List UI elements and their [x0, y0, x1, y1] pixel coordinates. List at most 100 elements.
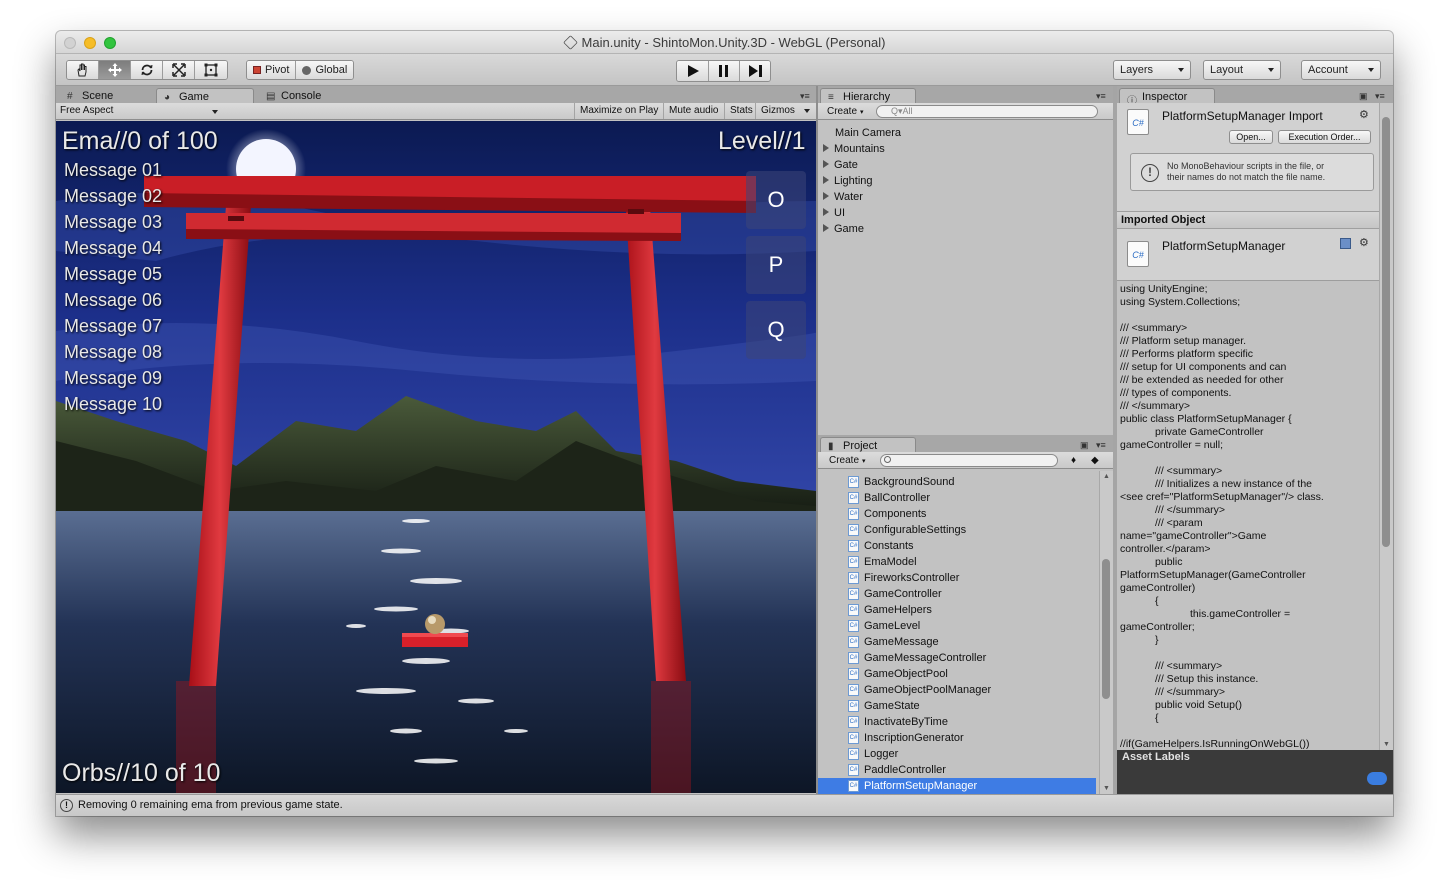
project-item[interactable]: C# GameController	[818, 586, 1096, 602]
project-item[interactable]: C# GameState	[818, 698, 1096, 714]
panel-menu-icon[interactable]: ▾≡	[1096, 440, 1106, 451]
filter-by-label-button[interactable]: ◆	[1086, 453, 1104, 468]
mute-audio-toggle[interactable]: Mute audio	[663, 103, 723, 119]
project-item[interactable]: C# BallController	[818, 490, 1096, 506]
csharp-script-icon: C#	[848, 732, 859, 744]
gear-icon[interactable]: ⚙	[1359, 236, 1369, 249]
expand-arrow-icon[interactable]	[823, 176, 829, 184]
play-button[interactable]	[677, 61, 708, 81]
project-item[interactable]: C# GameHelpers	[818, 602, 1096, 618]
hierarchy-item-label: Gate	[834, 159, 858, 171]
gear-icon[interactable]: ⚙	[1359, 108, 1369, 121]
hierarchy-item-water[interactable]: Water	[823, 189, 863, 205]
scroll-down-icon[interactable]: ▼	[1383, 741, 1390, 748]
orbs-counter: Orbs//10 of 10	[62, 759, 221, 787]
project-scrollbar[interactable]: ▲ ▼	[1099, 471, 1113, 794]
rect-tool-button[interactable]	[195, 61, 227, 79]
scroll-up-icon[interactable]: ▲	[1103, 473, 1110, 480]
game-viewport[interactable]: Ema//0 of 100 Level//1 Orbs//10 of 10 Me…	[56, 121, 816, 793]
panel-menu-icon[interactable]: ▾≡	[1375, 91, 1385, 102]
project-item[interactable]: C# GameObjectPool	[818, 666, 1096, 682]
layout-dropdown[interactable]: Layout	[1203, 60, 1281, 80]
project-item[interactable]: C# Constants	[818, 538, 1096, 554]
expand-arrow-icon[interactable]	[823, 192, 829, 200]
scroll-thumb[interactable]	[1382, 117, 1390, 547]
project-item-label: BackgroundSound	[864, 476, 955, 488]
hierarchy-item-mountains[interactable]: Mountains	[823, 141, 885, 157]
expand-arrow-icon[interactable]	[823, 144, 829, 152]
project-item-label: GameHelpers	[864, 604, 932, 616]
message-item: Message 03	[64, 212, 163, 232]
project-item[interactable]: C# BackgroundSound	[818, 474, 1096, 490]
project-item[interactable]: C# ConfigurableSettings	[818, 522, 1096, 538]
project-item[interactable]: C# Logger	[818, 746, 1096, 762]
scale-tool-button[interactable]	[163, 61, 195, 79]
project-item[interactable]: C# GameMessageController	[818, 650, 1096, 666]
open-button[interactable]: Open...	[1229, 130, 1273, 144]
project-item-label: GameObjectPool	[864, 668, 948, 680]
hierarchy-item-lighting[interactable]: Lighting	[823, 173, 873, 189]
lock-icon[interactable]: ▣	[1359, 91, 1368, 102]
filter-by-type-button[interactable]: ♦	[1066, 453, 1081, 468]
pivot-button[interactable]: Pivot	[247, 61, 296, 79]
scroll-thumb[interactable]	[1102, 559, 1110, 699]
help-book-icon[interactable]	[1340, 238, 1351, 249]
project-search-input[interactable]	[880, 454, 1058, 467]
panel-menu-icon[interactable]: ▾≡	[800, 91, 810, 102]
execution-order-button[interactable]: Execution Order...	[1278, 130, 1371, 144]
project-item-label: GameState	[864, 700, 920, 712]
account-label: Account	[1308, 64, 1348, 76]
hierarchy-create-dropdown[interactable]: Create ▾	[822, 104, 869, 119]
panel-menu-icon[interactable]: ▾≡	[1096, 91, 1106, 102]
aspect-dropdown[interactable]: Free Aspect	[60, 105, 220, 116]
tag-icon[interactable]	[1367, 772, 1387, 785]
project-item[interactable]: C# InscriptionGenerator	[818, 730, 1096, 746]
message-item: Message 08	[64, 342, 163, 362]
csharp-script-icon: C#	[848, 492, 859, 504]
project-item[interactable]: C# GameObjectPoolManager	[818, 682, 1096, 698]
status-bar[interactable]: ! Removing 0 remaining ema from previous…	[56, 794, 1393, 816]
project-item[interactable]: C# GameLevel	[818, 618, 1096, 634]
global-button[interactable]: Global	[295, 61, 354, 79]
project-item[interactable]: C# EmaModel	[818, 554, 1096, 570]
project-item[interactable]: C# PaddleController	[818, 762, 1096, 778]
warning-icon: !	[60, 799, 73, 812]
unity-logo-icon	[562, 35, 578, 50]
hierarchy-item-main-camera[interactable]: Main Camera	[835, 125, 901, 141]
account-dropdown[interactable]: Account	[1301, 60, 1381, 80]
hierarchy-item-ui[interactable]: UI	[823, 205, 845, 221]
key-p-button[interactable]: P	[746, 236, 806, 294]
project-create-dropdown[interactable]: Create ▾	[824, 453, 871, 468]
expand-arrow-icon[interactable]	[823, 208, 829, 216]
message-item: Message 10	[64, 394, 163, 414]
move-tool-button[interactable]	[99, 61, 131, 79]
key-q-button[interactable]: Q	[746, 301, 806, 359]
csharp-script-icon: C#	[848, 716, 859, 728]
gizmos-dropdown[interactable]: Gizmos	[755, 103, 813, 119]
project-item[interactable]: C# PlatformSetupManager	[818, 778, 1096, 794]
key-o-button[interactable]: O	[746, 171, 806, 229]
expand-arrow-icon[interactable]	[823, 224, 829, 232]
scroll-down-icon[interactable]: ▼	[1103, 785, 1110, 792]
project-item[interactable]: C# GameMessage	[818, 634, 1096, 650]
project-item-label: GameController	[864, 588, 942, 600]
pause-button[interactable]	[708, 61, 739, 81]
hierarchy-item-gate[interactable]: Gate	[823, 157, 858, 173]
hierarchy-search-input[interactable]: Q▾All	[876, 105, 1098, 118]
inspector-scrollbar[interactable]: ▼	[1379, 103, 1393, 750]
hierarchy-item-game[interactable]: Game	[823, 221, 864, 237]
help-box: ! No MonoBehaviour scripts in the file, …	[1130, 153, 1374, 191]
expand-arrow-icon[interactable]	[823, 160, 829, 168]
project-item[interactable]: C# FireworksController	[818, 570, 1096, 586]
csharp-script-icon: C#	[848, 636, 859, 648]
hand-tool-button[interactable]	[67, 61, 99, 79]
project-item[interactable]: C# Components	[818, 506, 1096, 522]
create-label: Create	[829, 455, 860, 466]
layers-dropdown[interactable]: Layers	[1113, 60, 1191, 80]
maximize-on-play-toggle[interactable]: Maximize on Play	[574, 103, 663, 119]
step-button[interactable]	[739, 61, 770, 81]
stats-toggle[interactable]: Stats	[724, 103, 758, 119]
lock-icon[interactable]: ▣	[1080, 440, 1089, 451]
rotate-tool-button[interactable]	[131, 61, 163, 79]
project-item[interactable]: C# InactivateByTime	[818, 714, 1096, 730]
